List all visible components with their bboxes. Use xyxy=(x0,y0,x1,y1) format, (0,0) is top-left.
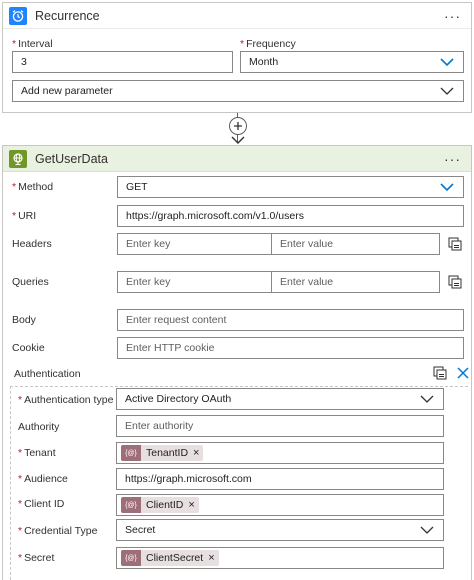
uri-input[interactable]: https://graph.microsoft.com/v1.0/users xyxy=(117,205,464,227)
credential-type-dropdown[interactable]: Secret xyxy=(116,519,444,541)
add-parameter-dropdown[interactable]: Add new parameter xyxy=(12,80,464,102)
interval-label: * Interval xyxy=(12,38,53,50)
auth-type-label: * Authentication type xyxy=(18,394,114,406)
chevron-down-icon xyxy=(440,58,454,67)
tenant-token[interactable]: {@} TenantID × xyxy=(121,445,204,461)
interval-input[interactable]: 3 xyxy=(12,51,233,73)
remove-token-icon[interactable]: × xyxy=(188,499,194,511)
authority-input[interactable]: Enter authority xyxy=(116,415,444,437)
body-input[interactable]: Enter request content xyxy=(117,309,464,331)
uri-label: * URI xyxy=(12,210,37,222)
add-parameter-label: Add new parameter xyxy=(21,85,113,97)
chevron-down-icon xyxy=(420,395,434,403)
headers-value-input[interactable]: Enter value xyxy=(271,233,440,255)
switch-to-text-mode-icon[interactable] xyxy=(433,366,447,380)
auth-type-dropdown[interactable]: Active Directory OAuth xyxy=(116,388,444,410)
cookie-label: Cookie xyxy=(12,342,45,354)
chevron-down-icon xyxy=(440,87,454,95)
auth-type-value: Active Directory OAuth xyxy=(125,393,232,405)
frequency-value: Month xyxy=(249,56,279,68)
recurrence-more-button[interactable]: ··· xyxy=(440,9,465,23)
parameter-icon: {@} xyxy=(121,497,141,513)
client-id-input[interactable]: {@} ClientID × xyxy=(116,494,444,516)
client-id-label: * Client ID xyxy=(18,498,65,510)
method-dropdown[interactable]: GET xyxy=(117,176,464,198)
audience-label: * Audience xyxy=(18,473,68,485)
recurrence-title: Recurrence xyxy=(35,8,100,23)
remove-token-icon[interactable]: × xyxy=(208,552,214,564)
method-value: GET xyxy=(126,181,148,193)
secret-input[interactable]: {@} ClientSecret × xyxy=(116,547,444,569)
action-title: GetUserData xyxy=(35,151,108,166)
arrow-down-icon xyxy=(231,136,245,144)
switch-to-text-mode-icon[interactable] xyxy=(448,237,462,251)
audience-input[interactable]: https://graph.microsoft.com xyxy=(116,468,444,490)
cookie-input[interactable]: Enter HTTP cookie xyxy=(117,337,464,359)
recurrence-header[interactable]: Recurrence ··· xyxy=(3,3,471,29)
parameter-icon: {@} xyxy=(121,445,141,461)
alarm-clock-icon xyxy=(9,6,27,25)
client-id-token[interactable]: {@} ClientID × xyxy=(121,497,199,513)
tenant-label: * Tenant xyxy=(18,447,56,459)
action-more-button[interactable]: ··· xyxy=(440,152,465,166)
body-label: Body xyxy=(12,314,36,326)
queries-value-input[interactable]: Enter value xyxy=(271,271,440,293)
authority-label: Authority xyxy=(18,421,60,433)
credential-type-value: Secret xyxy=(125,524,156,536)
headers-key-input[interactable]: Enter key xyxy=(117,233,272,255)
close-icon[interactable] xyxy=(456,366,470,380)
credential-type-label: * Credential Type xyxy=(18,525,98,537)
chevron-down-icon xyxy=(440,183,454,192)
http-action-header[interactable]: GetUserData ··· xyxy=(3,146,471,172)
secret-token[interactable]: {@} ClientSecret × xyxy=(121,550,219,566)
frequency-dropdown[interactable]: Month xyxy=(240,51,464,73)
queries-key-input[interactable]: Enter key xyxy=(117,271,272,293)
secret-label: * Secret xyxy=(18,552,55,564)
chevron-down-icon xyxy=(420,526,434,534)
parameter-icon: {@} xyxy=(121,550,141,566)
method-label: * Method xyxy=(12,181,54,193)
globe-icon xyxy=(9,149,27,168)
frequency-label: * Frequency xyxy=(240,38,296,50)
plus-circle-icon[interactable] xyxy=(229,117,247,135)
switch-to-text-mode-icon[interactable] xyxy=(448,275,462,289)
queries-label: Queries xyxy=(12,276,49,288)
authentication-label: Authentication xyxy=(14,368,81,380)
tenant-input[interactable]: {@} TenantID × xyxy=(116,442,444,464)
headers-label: Headers xyxy=(12,238,52,250)
remove-token-icon[interactable]: × xyxy=(193,447,199,459)
